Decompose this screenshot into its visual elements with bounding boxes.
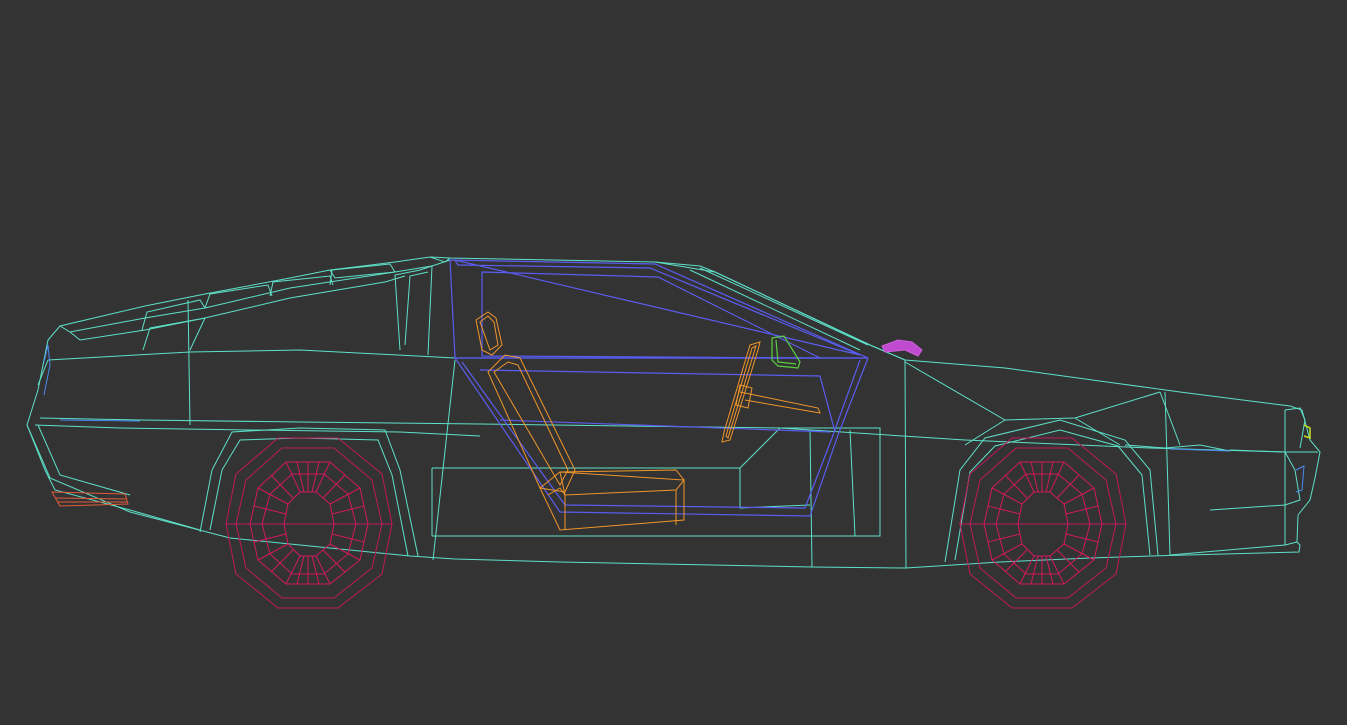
side-mirror xyxy=(881,339,923,357)
door-and-window xyxy=(449,259,869,517)
3d-viewport[interactable] xyxy=(0,0,1347,725)
rear-wheel xyxy=(959,437,1127,609)
body-shell xyxy=(26,256,1321,569)
front-wheel xyxy=(225,437,393,609)
car-wireframe xyxy=(26,256,1321,609)
